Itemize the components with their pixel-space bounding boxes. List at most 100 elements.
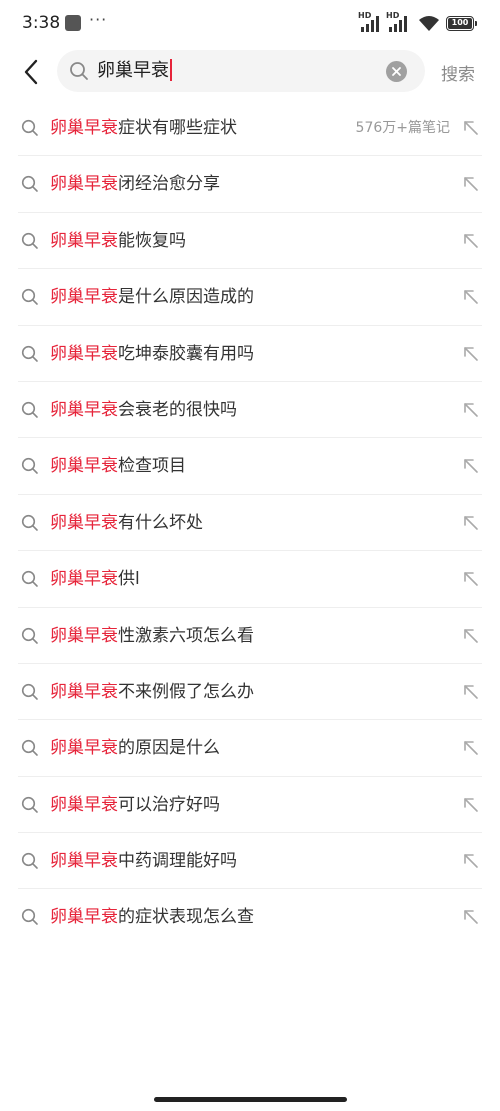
- suggestion-item-12[interactable]: 卵巢早衰的原因是什么: [0, 720, 500, 778]
- suggestion-text: 卵巢早衰有什么坏处: [50, 495, 203, 551]
- chevron-left-icon: [24, 59, 38, 85]
- suggestion-item-11[interactable]: 卵巢早衰不来例假了怎么办: [0, 664, 500, 721]
- suggestion-text: 卵巢早衰性激素六项怎么看: [50, 608, 254, 664]
- suggestion-highlight: 卵巢早衰: [50, 681, 118, 702]
- suggestion-rest: 的症状表现怎么查: [118, 907, 254, 928]
- signal-2-icon: HD: [386, 12, 412, 34]
- suggestion-text: 卵巢早衰的原因是什么: [50, 720, 220, 776]
- status-bar: 3:38 ··· HD HD 100: [0, 0, 500, 48]
- suggestion-item-5[interactable]: 卵巢早衰吃坤泰胶囊有用吗: [0, 326, 500, 383]
- search-icon: [21, 176, 38, 193]
- search-icon: [21, 909, 38, 926]
- search-icon: [21, 740, 38, 757]
- back-button[interactable]: [14, 54, 50, 90]
- suggestion-text: 卵巢早衰吃坤泰胶囊有用吗: [50, 326, 254, 382]
- suggestion-text: 卵巢早衰会衰老的很快吗: [50, 382, 237, 438]
- suggestion-text: 卵巢早衰可以治疗好吗: [50, 777, 220, 833]
- search-icon: [21, 458, 38, 475]
- search-icon: [21, 289, 38, 305]
- search-icon: [21, 796, 38, 813]
- arrow-up-left-icon[interactable]: [461, 569, 481, 589]
- arrow-up-left-icon[interactable]: [461, 907, 481, 927]
- suggestion-highlight: 卵巢早衰: [50, 851, 118, 872]
- arrow-up-left-icon[interactable]: [461, 513, 481, 533]
- search-icon: [21, 571, 38, 587]
- suggestion-item-8[interactable]: 卵巢早衰有什么坏处: [0, 495, 500, 552]
- suggestion-item-13[interactable]: 卵巢早衰可以治疗好吗: [0, 777, 500, 834]
- search-icon: [21, 627, 38, 644]
- suggestion-rest: 闭经治愈分享: [118, 174, 220, 195]
- suggestion-text: 卵巢早衰闭经治愈分享: [50, 156, 220, 212]
- arrow-up-left-icon[interactable]: [461, 118, 481, 138]
- suggestion-rest: 的原因是什么: [118, 738, 220, 759]
- notification-app-icon: [65, 15, 81, 31]
- arrow-up-left-icon[interactable]: [461, 287, 481, 307]
- arrow-up-left-icon[interactable]: [461, 400, 481, 420]
- arrow-up-left-icon[interactable]: [461, 851, 481, 871]
- suggestion-highlight: 卵巢早衰: [50, 569, 118, 590]
- suggestion-highlight: 卵巢早衰: [50, 287, 118, 308]
- battery-icon: 100: [446, 15, 477, 31]
- signal-1-icon: HD: [358, 12, 384, 34]
- suggestion-text: 卵巢早衰不来例假了怎么办: [50, 664, 254, 720]
- home-indicator[interactable]: [154, 1097, 347, 1102]
- suggestion-text: 卵巢早衰检查项目: [50, 438, 186, 494]
- suggestion-item-1[interactable]: 卵巢早衰症状有哪些症状 576万+篇笔记: [0, 100, 500, 157]
- status-time: 3:38: [22, 13, 61, 33]
- status-icons: HD HD 100: [356, 12, 477, 34]
- suggestion-highlight: 卵巢早衰: [50, 794, 118, 815]
- suggestion-rest: 可以治疗好吗: [118, 794, 220, 815]
- search-icon: [21, 345, 38, 362]
- suggestion-highlight: 卵巢早衰: [50, 230, 118, 251]
- suggestion-item-9[interactable]: 卵巢早衰供l: [0, 551, 500, 608]
- suggestion-item-14[interactable]: 卵巢早衰中药调理能好吗: [0, 833, 500, 890]
- suggestion-rest: 检查项目: [118, 456, 186, 477]
- suggestion-text: 卵巢早衰的症状表现怎么查: [50, 889, 254, 945]
- search-icon: [70, 62, 88, 80]
- suggestion-item-3[interactable]: 卵巢早衰能恢复吗: [0, 213, 500, 270]
- arrow-up-left-icon[interactable]: [461, 344, 481, 364]
- suggestion-rest: 中药调理能好吗: [118, 851, 237, 872]
- clear-icon: [392, 67, 401, 76]
- suggestion-highlight: 卵巢早衰: [50, 343, 118, 364]
- arrow-up-left-icon[interactable]: [461, 738, 481, 758]
- search-input-value: 卵巢早衰: [97, 60, 169, 81]
- text-cursor: [170, 58, 172, 81]
- suggestion-item-4[interactable]: 卵巢早衰是什么原因造成的: [0, 269, 500, 326]
- arrow-up-left-icon[interactable]: [461, 626, 481, 646]
- suggestion-item-10[interactable]: 卵巢早衰性激素六项怎么看: [0, 608, 500, 665]
- suggestion-item-15[interactable]: 卵巢早衰的症状表现怎么查: [0, 889, 500, 945]
- arrow-up-left-icon[interactable]: [461, 456, 481, 476]
- suggestion-rest: 有什么坏处: [118, 512, 203, 533]
- search-icon: [21, 119, 38, 136]
- arrow-up-left-icon[interactable]: [461, 231, 481, 251]
- search-icon: [21, 683, 38, 700]
- suggestion-highlight: 卵巢早衰: [50, 512, 118, 533]
- suggestion-rest: 性激素六项怎么看: [118, 625, 254, 646]
- arrow-up-left-icon[interactable]: [461, 795, 481, 815]
- suggestion-item-7[interactable]: 卵巢早衰检查项目: [0, 438, 500, 496]
- suggestion-rest: 会衰老的很快吗: [118, 399, 237, 420]
- suggestion-highlight: 卵巢早衰: [50, 118, 118, 138]
- suggestion-text: 卵巢早衰能恢复吗: [50, 213, 186, 269]
- clear-button[interactable]: [386, 61, 407, 82]
- suggestion-text: 卵巢早衰是什么原因造成的: [50, 269, 254, 325]
- suggestion-text: 卵巢早衰供l: [50, 551, 140, 607]
- suggestion-item-6[interactable]: 卵巢早衰会衰老的很快吗: [0, 382, 500, 439]
- search-header: 卵巢早衰 搜索: [0, 48, 500, 98]
- search-input[interactable]: 卵巢早衰: [97, 50, 172, 92]
- search-icon: [21, 401, 38, 418]
- suggestion-highlight: 卵巢早衰: [50, 456, 118, 477]
- search-button[interactable]: 搜索: [441, 60, 475, 85]
- suggestion-item-2[interactable]: 卵巢早衰闭经治愈分享: [0, 156, 500, 214]
- battery-text: 100: [451, 17, 469, 27]
- search-box[interactable]: 卵巢早衰: [57, 50, 425, 92]
- search-icon: [21, 514, 38, 531]
- arrow-up-left-icon[interactable]: [461, 174, 481, 194]
- arrow-up-left-icon[interactable]: [461, 682, 481, 702]
- suggestion-highlight: 卵巢早衰: [50, 399, 118, 420]
- suggestion-rest: 症状有哪些症状: [118, 118, 237, 138]
- suggestion-rest: 供l: [118, 569, 140, 590]
- suggestion-note-count: 576万+篇笔记: [355, 120, 450, 136]
- suggestion-text: 卵巢早衰症状有哪些症状: [50, 100, 237, 156]
